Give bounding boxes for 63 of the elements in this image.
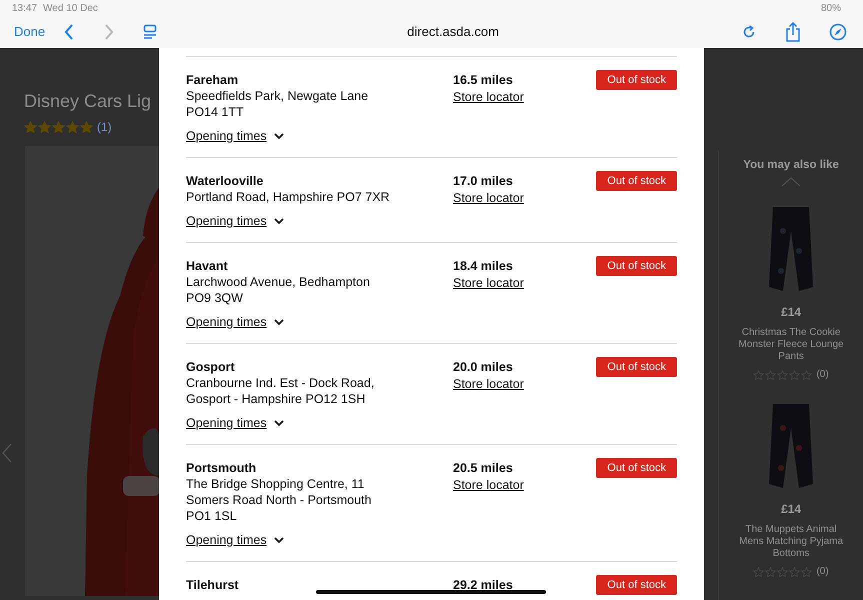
- opening-times-toggle[interactable]: Opening times: [186, 315, 284, 329]
- stock-badge: Out of stock: [596, 256, 677, 276]
- store-locator-link[interactable]: Store locator: [453, 275, 524, 291]
- store-address: PO9 3QW: [186, 290, 244, 306]
- stock-badge: Out of stock: [596, 458, 677, 478]
- chevron-down-icon: [274, 536, 284, 544]
- store-address: Speedfields Park, Newgate Lane: [186, 88, 370, 104]
- scroll-up-icon[interactable]: [781, 177, 802, 187]
- store-distance: 20.5 miles: [453, 460, 514, 476]
- store-address: PO1 1SL: [186, 508, 238, 524]
- address-bar[interactable]: direct.asda.com: [225, 24, 681, 39]
- share-icon[interactable]: [785, 22, 801, 42]
- product-name[interactable]: Christmas The Cookie Monster Fleece Lounge Pants: [732, 327, 850, 363]
- store-distance: 29.2 miles: [453, 577, 514, 593]
- chevron-down-icon: [274, 132, 284, 140]
- opening-times-toggle[interactable]: Opening times: [186, 129, 284, 143]
- compass-icon[interactable]: [829, 22, 847, 40]
- store-distance: 16.5 miles: [453, 72, 514, 88]
- chevron-down-icon: [274, 420, 284, 426]
- panel-title: You may also like: [743, 159, 839, 171]
- product-title: Disney Cars Lig: [24, 91, 152, 112]
- store-name: Fareham: [186, 72, 240, 88]
- store-distance: 18.4 miles: [453, 258, 514, 274]
- status-time: 13:47: [12, 3, 38, 14]
- store-locator-link[interactable]: Store locator: [453, 89, 524, 105]
- stock-badge: Out of stock: [596, 171, 677, 191]
- store-locator-link[interactable]: Store locator: [453, 477, 524, 493]
- product-name[interactable]: The Muppets Animal Mens Matching Pyjama Bottoms: [732, 524, 850, 560]
- opening-times-toggle[interactable]: Opening times: [186, 533, 284, 547]
- opening-times-toggle[interactable]: Opening times: [186, 416, 284, 430]
- store-name: Portsmouth: [186, 460, 258, 476]
- store-address: PO14 1TT: [186, 104, 245, 120]
- store-distance: 20.0 miles: [453, 359, 514, 375]
- stock-badge: Out of stock: [596, 575, 677, 595]
- store-name: Waterlooville: [186, 173, 264, 189]
- store-address: Cranbourne Ind. Est - Dock Road,: [186, 375, 376, 391]
- stock-badge: Out of stock: [596, 70, 677, 90]
- chevron-down-icon: [274, 318, 284, 326]
- store-distance: 17.0 miles: [453, 173, 514, 189]
- store-name: Gosport: [186, 359, 236, 375]
- store-name: Havant: [186, 258, 229, 274]
- store-name: Tilehurst: [186, 577, 240, 593]
- status-date: Wed 10 Dec: [43, 3, 98, 14]
- store-address: The Bridge Shopping Centre, 11: [186, 476, 366, 492]
- chevron-down-icon: [274, 218, 284, 224]
- battery-percent: 80%: [820, 3, 841, 14]
- review-count: (0): [816, 369, 829, 380]
- store-address: Larchwood Avenue, Bedhampton: [186, 274, 371, 290]
- product-price: £14: [781, 502, 802, 516]
- reload-icon[interactable]: [741, 24, 757, 40]
- store-address: Gosport - Hampshire PO12 1SH: [186, 391, 366, 407]
- done-button[interactable]: Done: [14, 24, 46, 39]
- store-locator-link[interactable]: Store locator: [453, 190, 524, 206]
- store-locator-link[interactable]: Store locator: [453, 376, 524, 392]
- back-icon[interactable]: [63, 22, 76, 40]
- review-count-link[interactable]: (1): [97, 120, 112, 134]
- opening-times-toggle[interactable]: Opening times: [186, 214, 284, 228]
- reader-icon[interactable]: [143, 24, 158, 40]
- store-address: Portland Road, Hampshire PO7 7XR: [186, 189, 391, 205]
- stock-badge: Out of stock: [596, 357, 677, 377]
- store-address: Somers Road North - Portsmouth: [186, 492, 372, 508]
- review-count: (0): [816, 566, 829, 577]
- product-price: £14: [781, 305, 802, 319]
